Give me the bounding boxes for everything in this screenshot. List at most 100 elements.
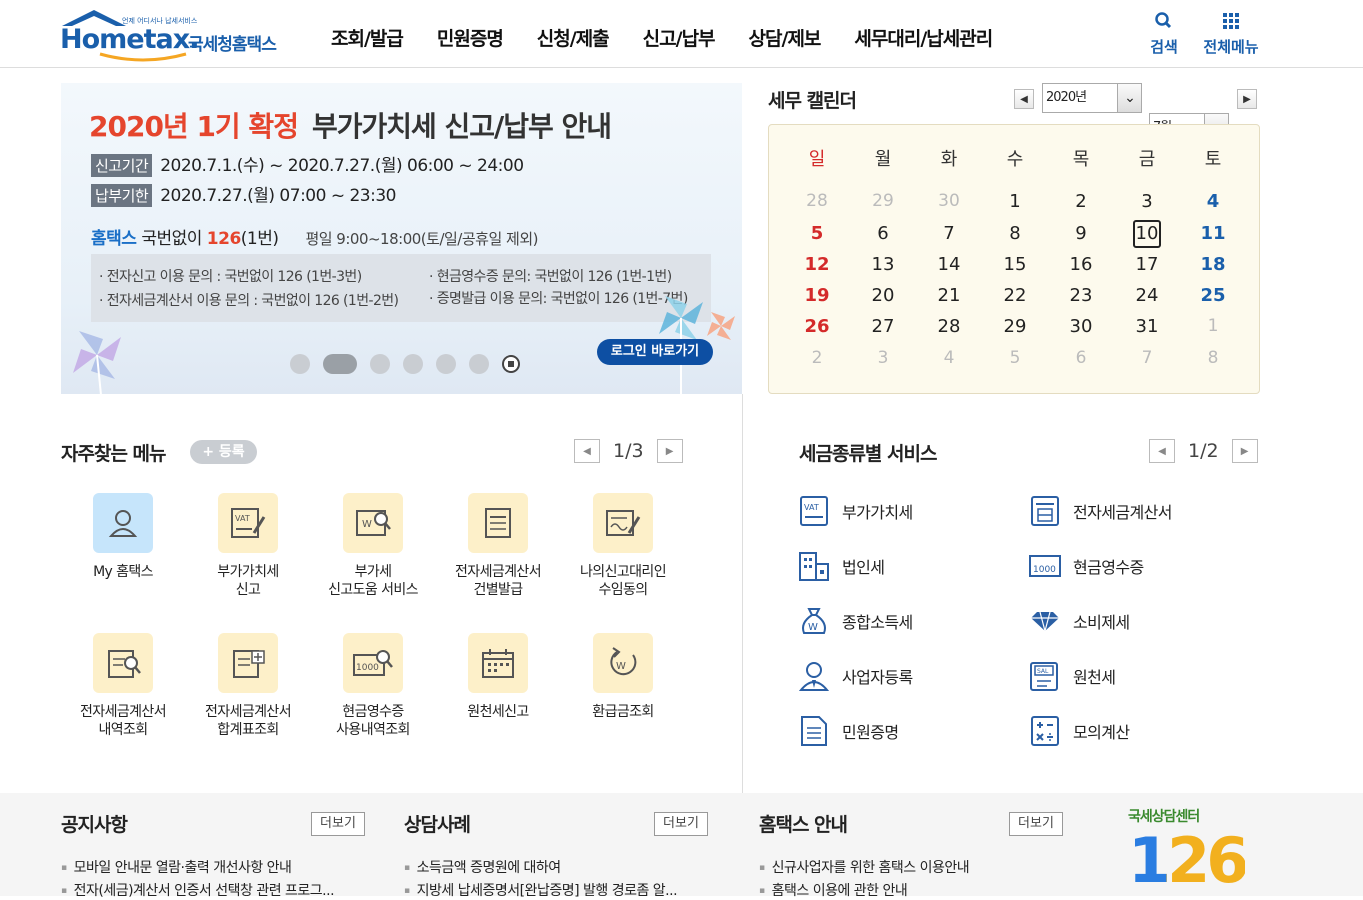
prev-page-button[interactable]: ◀ (1149, 439, 1175, 463)
tax-service-item[interactable]: 소비제세 (1029, 605, 1130, 637)
tax-service-item[interactable]: SAL 원천세 (1029, 660, 1116, 692)
calendar-day[interactable]: 28 (929, 316, 969, 337)
nav-item-apply[interactable]: 신청/제출 (537, 24, 610, 51)
quick-menu-item[interactable]: W 환급금조회 (561, 633, 685, 721)
consult-more-button[interactable]: 더보기 (654, 812, 708, 836)
calendar-day[interactable]: 13 (863, 254, 903, 275)
calendar-day[interactable]: 9 (1061, 223, 1101, 244)
quick-menu-item[interactable]: 원천세신고 (436, 633, 560, 721)
hometax-logo[interactable]: 언제 어디서나 납세서비스 Hometax. 국세청홈택스 (58, 8, 288, 64)
slide-dot[interactable] (290, 354, 310, 374)
nav-item-agent[interactable]: 세무대리/납세관리 (854, 24, 993, 51)
nav-item-report[interactable]: 신고/납부 (643, 24, 716, 51)
slide-dot[interactable] (436, 354, 456, 374)
slide-dot-active[interactable] (323, 354, 357, 374)
calendar-day[interactable]: 15 (995, 254, 1035, 275)
calendar-day[interactable]: 30 (1061, 316, 1101, 337)
quick-menu-item[interactable]: 전자세금계산서 내역조회 (61, 633, 185, 739)
calendar-day[interactable]: 7 (1127, 348, 1167, 368)
quick-menu-item[interactable]: W 부가세 신고도움 서비스 (311, 493, 435, 599)
year-select[interactable]: 2020년 ⌄ (1042, 83, 1142, 113)
prev-page-button[interactable]: ◀ (574, 439, 600, 463)
grid-menu-icon (1223, 13, 1239, 29)
prev-year-button[interactable]: ◀ (1014, 89, 1034, 109)
calendar-day[interactable]: 2 (1061, 191, 1101, 212)
calendar-day[interactable]: 17 (1127, 254, 1167, 275)
guide-item[interactable]: 신규사업자를 위한 홈택스 이용안내 (759, 857, 1059, 877)
calendar-day[interactable]: 4 (929, 348, 969, 368)
slide-dot[interactable] (370, 354, 390, 374)
next-month-button[interactable]: ▶ (1237, 89, 1257, 109)
calendar-day[interactable]: 2 (797, 348, 837, 368)
login-shortcut-button[interactable]: 로그인 바로가기 (597, 339, 713, 365)
calendar-day[interactable]: 23 (1061, 285, 1101, 306)
guide-item[interactable]: 홈택스 이용에 관한 안내 (759, 880, 1059, 900)
calendar-day[interactable]: 7 (929, 223, 969, 244)
nav-item-consult[interactable]: 상담/제보 (749, 24, 822, 51)
tax-service-item[interactable]: 모의계산 (1029, 715, 1130, 747)
tax-service-item[interactable]: 민원증명 (798, 715, 899, 747)
calendar-day[interactable]: 31 (1127, 316, 1167, 337)
tax-service-item[interactable]: 1000 현금영수증 (1029, 550, 1144, 582)
calendar-day[interactable]: 6 (1061, 348, 1101, 368)
notice-item[interactable]: 전자(세금)계산서 인증서 선택창 관련 프로그... (61, 880, 361, 900)
all-menu-button[interactable]: 전체메뉴 (1200, 10, 1262, 57)
calendar-day[interactable]: 21 (929, 285, 969, 306)
stop-icon[interactable] (502, 355, 520, 373)
calendar-day[interactable]: 3 (1127, 191, 1167, 212)
calendar-day[interactable]: 30 (929, 191, 969, 211)
calendar-day[interactable]: 25 (1193, 285, 1233, 306)
nav-item-inquiry[interactable]: 조회/발급 (331, 24, 404, 51)
quick-menu-item[interactable]: My 홈택스 (61, 493, 185, 581)
quick-menu-item[interactable]: 나의신고대리인 수임동의 (561, 493, 685, 599)
tax-service-item[interactable]: 법인세 (798, 550, 885, 582)
slide-dot[interactable] (469, 354, 489, 374)
calendar-day[interactable]: 8 (1193, 348, 1233, 368)
promo-banner[interactable]: 2020년 1기 확정 부가가치세 신고/납부 안내 신고기간 2020.7.1.(… (61, 83, 742, 394)
calendar-day[interactable]: 4 (1193, 191, 1233, 212)
next-page-button[interactable]: ▶ (1231, 439, 1258, 463)
calendar-day[interactable]: 20 (863, 285, 903, 306)
notice-more-button[interactable]: 더보기 (311, 812, 365, 836)
calendar-day[interactable]: 5 (995, 348, 1035, 368)
calendar-day[interactable]: 12 (797, 254, 837, 275)
tax-service-item[interactable]: W 종합소득세 (798, 605, 913, 637)
slide-dot[interactable] (403, 354, 423, 374)
notice-item[interactable]: 모바일 안내문 열람·출력 개선사항 안내 (61, 857, 361, 877)
consult-item[interactable]: 소득금액 증명원에 대하여 (404, 857, 704, 877)
quick-menu-item[interactable]: 전자세금계산서 합계표조회 (186, 633, 310, 739)
calendar-day-today[interactable]: 10 (1133, 220, 1161, 248)
banner-info-line: · 전자신고 이용 문의 : 국번없이 126 (1번-3번) (99, 269, 362, 285)
calendar-day[interactable]: 27 (863, 316, 903, 337)
calendar-day[interactable]: 1 (1193, 316, 1233, 336)
tax-service-item[interactable]: 사업자등록 (798, 660, 913, 692)
calendar-day[interactable]: 22 (995, 285, 1035, 306)
calendar-day[interactable]: 29 (995, 316, 1035, 337)
quick-menu-item[interactable]: 전자세금계산서 건별발급 (436, 493, 560, 599)
register-menu-button[interactable]: + 등록 (190, 440, 257, 464)
quick-menu-item[interactable]: VAT 부가가치세 신고 (186, 493, 310, 599)
tax-service-item[interactable]: 전자세금계산서 (1029, 495, 1172, 527)
calendar-day[interactable]: 3 (863, 348, 903, 368)
calendar-day[interactable]: 1 (995, 191, 1035, 212)
next-page-button[interactable]: ▶ (656, 439, 683, 463)
calendar-day[interactable]: 8 (995, 223, 1035, 244)
calendar-day[interactable]: 18 (1193, 254, 1233, 275)
calendar-day[interactable]: 11 (1193, 223, 1233, 244)
calendar-day[interactable]: 14 (929, 254, 969, 275)
calendar-day[interactable]: 29 (863, 191, 903, 211)
calendar-day[interactable]: 6 (863, 223, 903, 244)
calendar-day[interactable]: 5 (797, 223, 837, 244)
calendar-day[interactable]: 16 (1061, 254, 1101, 275)
calendar-day[interactable]: 19 (797, 285, 837, 306)
consult-item[interactable]: 지방세 납세증명서[완납증명] 발행 경로좀 알... (404, 880, 704, 900)
quick-menu-item[interactable]: 1000 현금영수증 사용내역조회 (311, 633, 435, 739)
calendar-day[interactable]: 24 (1127, 285, 1167, 306)
tax-service-item[interactable]: VAT 부가가치세 (798, 495, 913, 527)
guide-more-button[interactable]: 더보기 (1009, 812, 1063, 836)
nav-item-certificate[interactable]: 민원증명 (437, 24, 504, 51)
search-button[interactable]: 검색 (1147, 10, 1181, 57)
calendar-day[interactable]: 28 (797, 191, 837, 211)
call-center-126-banner[interactable]: 국세상담센터 126 (1128, 806, 1262, 896)
calendar-day[interactable]: 26 (797, 316, 837, 337)
